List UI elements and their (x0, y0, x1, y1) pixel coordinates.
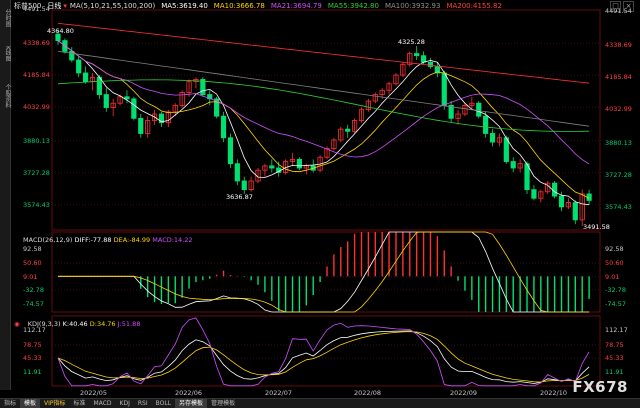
candle-body (476, 102, 482, 117)
ma10-line (57, 40, 590, 199)
y-label-left: 3727.28 (23, 169, 50, 177)
macd-label: MACD(26,12,9) (23, 236, 73, 244)
ma200-line (57, 22, 590, 84)
y-label-right: 4338.69 (605, 41, 632, 49)
kdj-d-line (57, 331, 590, 383)
macd-axis-label: 9.01 (605, 273, 620, 281)
candle-body (345, 128, 351, 132)
settings-icon[interactable]: ◉ (14, 320, 20, 328)
y-label-left: 4338.69 (23, 39, 50, 47)
x-axis-label: 2022/06 (175, 389, 203, 397)
ma21-line (57, 40, 590, 165)
candle-body (572, 202, 578, 221)
y-label-left: 3574.43 (23, 201, 50, 209)
kdj-axis-label: 45.33 (23, 354, 42, 362)
candle-body (483, 115, 489, 134)
macd-axis-label: -32.78 (605, 286, 626, 294)
candle-body (69, 50, 75, 61)
macd-axis-label: -74.57 (605, 300, 626, 308)
candle-body (531, 189, 537, 199)
y-label-right: 4032.99 (605, 105, 632, 113)
macd-diff-line (58, 231, 590, 313)
high-annotation: 4325.28 (398, 38, 425, 46)
kdj-d: D:34.76 (89, 320, 116, 328)
macd-panel-frame (51, 231, 601, 313)
kdj-axis-label: 112.17 (23, 326, 46, 334)
macd-dea: DEA:-84.99 (113, 236, 151, 244)
x-axis-label: 2022/08 (354, 389, 382, 397)
watermark-logo: FX678 (572, 378, 628, 396)
macd-axis-label: 50.60 (605, 259, 624, 267)
low-annotation: 3636.87 (226, 193, 253, 201)
kdj-axis-label: 78.75 (23, 341, 42, 349)
kdj-axis-label: 11.91 (23, 368, 42, 376)
macd-axis-label: -74.57 (23, 300, 44, 308)
candle-body (55, 33, 61, 41)
candle-body (124, 96, 130, 100)
kdj-k: K:40.46 (62, 320, 88, 328)
candle-body (76, 59, 82, 74)
kdj-j: J:51.88 (117, 320, 141, 328)
kdj-axis-label: 45.33 (605, 354, 624, 362)
kdj-k-line (57, 330, 590, 384)
y-label-right: 4491.54 (605, 7, 632, 15)
candle-body (420, 55, 427, 63)
kdj-j-line (57, 317, 590, 387)
candle-body (441, 72, 447, 106)
x-axis-label: 2022/07 (265, 389, 293, 397)
macd-axis-label: 9.01 (23, 273, 38, 281)
macd-axis-label: 50.60 (23, 259, 42, 267)
price-chart-svg[interactable] (0, 0, 640, 407)
y-label-right: 4185.84 (605, 73, 632, 81)
macd-axis-label: -32.78 (23, 286, 44, 294)
kdj-axis-label: 78.75 (605, 341, 624, 349)
ma100-line (57, 51, 590, 127)
candle-body (138, 117, 144, 134)
kdj-axis-label: 112.17 (605, 326, 628, 334)
candle-body (510, 161, 516, 169)
candle-body (234, 163, 240, 182)
candle-body (227, 137, 234, 165)
y-label-right: 3880.13 (605, 139, 632, 147)
x-axis-label: 2022/09 (450, 389, 478, 397)
y-label-left: 3880.13 (23, 137, 50, 145)
ma5-line (57, 40, 590, 206)
candle-body (296, 158, 303, 169)
kdj-axis-label: 11.91 (605, 368, 624, 376)
candle-body (82, 72, 89, 83)
high-annotation: 4364.80 (47, 27, 74, 35)
macd-value: MACD:14.22 (152, 236, 193, 244)
candle-body (269, 165, 275, 169)
y-label-right: 3727.28 (605, 171, 632, 179)
macd-header: MACD(26,12,9) DIFF:-77.88 DEA:-84.99 MAC… (23, 236, 193, 244)
low-annotation: 3491.58 (583, 223, 610, 231)
y-label-left: 4032.99 (23, 103, 50, 111)
macd-axis-label: 92.58 (605, 245, 624, 253)
candle-body (503, 137, 509, 162)
y-label-left: 4185.84 (23, 71, 50, 79)
ma55-line (57, 79, 590, 132)
candle-body (414, 53, 420, 57)
macd-axis-label: 92.58 (23, 245, 42, 253)
candle-body (552, 182, 558, 197)
macd-diff: DIFF:-77.88 (74, 236, 112, 244)
candle-body (558, 195, 565, 208)
candle-body (489, 133, 496, 143)
y-label-left: 4491.54 (23, 5, 50, 13)
y-label-right: 3574.43 (605, 203, 632, 211)
x-axis-label: 2022/10 (540, 389, 568, 397)
candle-body (103, 94, 109, 108)
x-axis-label: 2022/05 (80, 389, 108, 397)
candle-body (131, 98, 137, 119)
macd-dea-line (58, 231, 590, 313)
candle-body (220, 115, 227, 139)
candle-body (241, 180, 247, 191)
